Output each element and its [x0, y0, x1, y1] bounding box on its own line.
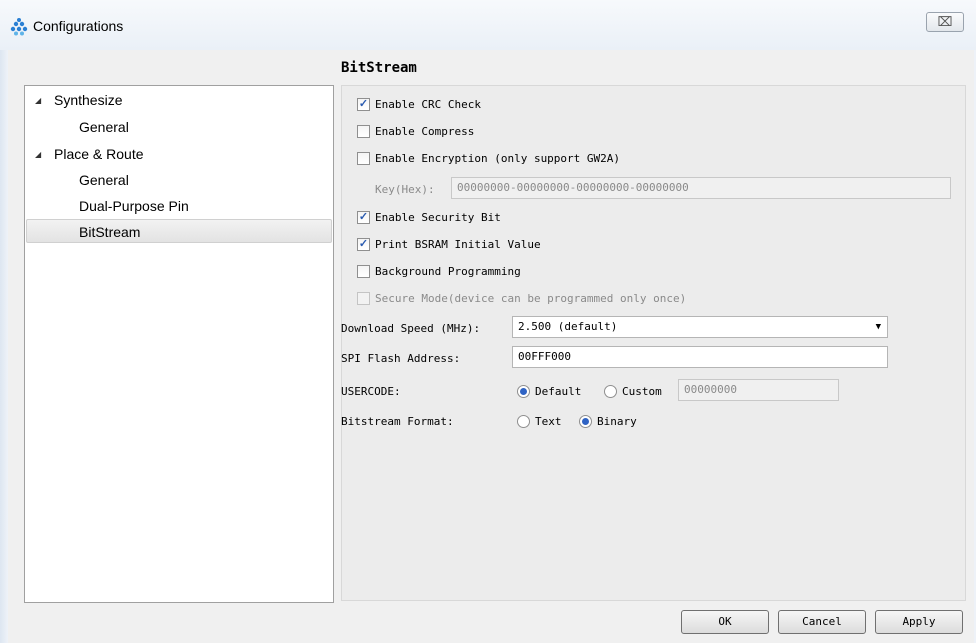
format-text-radio[interactable] [517, 415, 530, 428]
title-bar: Configurations ⌧ [0, 0, 976, 50]
tree-selection-highlight [26, 219, 332, 243]
category-tree[interactable]: ◢ Synthesize General ◢ Place & Route Gen… [24, 85, 334, 603]
download-speed-value: 2.500 (default) [518, 320, 618, 333]
tree-item-dual-purpose-pin[interactable]: Dual-Purpose Pin [79, 198, 189, 214]
tree-item-synthesize[interactable]: Synthesize [54, 92, 122, 108]
print-bsram-checkbox[interactable]: ✓ [357, 238, 370, 251]
enable-security-checkbox[interactable]: ✓ [357, 211, 370, 224]
key-hex-value: 00000000-00000000-00000000-00000000 [457, 181, 689, 194]
enable-crc-label[interactable]: Enable CRC Check [375, 98, 481, 111]
usercode-custom-input[interactable]: 00000000 [678, 379, 839, 401]
expand-arrow-icon[interactable]: ◢ [35, 150, 41, 159]
enable-compress-label[interactable]: Enable Compress [375, 125, 474, 138]
download-speed-select[interactable]: 2.500 (default) ▼ [512, 316, 888, 338]
usercode-label: USERCODE: [341, 385, 401, 398]
close-icon: ⌧ [937, 14, 953, 29]
spi-flash-label: SPI Flash Address: [341, 352, 461, 365]
usercode-custom-value: 00000000 [684, 383, 737, 396]
print-bsram-label[interactable]: Print BSRAM Initial Value [375, 238, 541, 251]
usercode-default-label[interactable]: Default [535, 385, 581, 398]
window-title: Configurations [33, 18, 124, 34]
tree-item-place-route-general[interactable]: General [79, 172, 129, 188]
enable-security-label[interactable]: Enable Security Bit [375, 211, 501, 224]
app-logo-icon [10, 18, 28, 36]
expand-arrow-icon[interactable]: ◢ [35, 96, 41, 105]
background-programming-label[interactable]: Background Programming [375, 265, 521, 278]
secure-mode-checkbox [357, 292, 370, 305]
usercode-default-radio[interactable] [517, 385, 530, 398]
enable-compress-checkbox[interactable] [357, 125, 370, 138]
secure-mode-label: Secure Mode(device can be programmed onl… [375, 292, 687, 305]
key-hex-label: Key(Hex): [375, 183, 435, 196]
ok-button[interactable]: OK [681, 610, 769, 634]
tree-item-synthesize-general[interactable]: General [79, 119, 129, 135]
spi-flash-value: 00FFF000 [518, 350, 571, 363]
usercode-custom-label[interactable]: Custom [622, 385, 662, 398]
usercode-custom-radio[interactable] [604, 385, 617, 398]
enable-encryption-checkbox[interactable] [357, 152, 370, 165]
chevron-down-icon[interactable]: ▼ [876, 317, 881, 337]
apply-button[interactable]: Apply [875, 610, 963, 634]
key-hex-field[interactable]: 00000000-00000000-00000000-00000000 [451, 177, 951, 199]
window-frame-edge [0, 50, 8, 643]
background-programming-checkbox[interactable] [357, 265, 370, 278]
close-button[interactable]: ⌧ [926, 12, 964, 32]
tree-item-place-route[interactable]: Place & Route [54, 146, 144, 162]
format-text-label[interactable]: Text [535, 415, 562, 428]
download-speed-label: Download Speed (MHz): [341, 322, 481, 335]
cancel-button[interactable]: Cancel [778, 610, 866, 634]
bitstream-format-label: Bitstream Format: [341, 415, 454, 428]
spi-flash-input[interactable]: 00FFF000 [512, 346, 888, 368]
enable-crc-checkbox[interactable]: ✓ [357, 98, 370, 111]
format-binary-radio[interactable] [579, 415, 592, 428]
panel-title: BitStream [341, 60, 417, 76]
tree-item-bitstream[interactable]: BitStream [79, 224, 140, 240]
format-binary-label[interactable]: Binary [597, 415, 637, 428]
enable-encryption-label[interactable]: Enable Encryption (only support GW2A) [375, 152, 620, 165]
